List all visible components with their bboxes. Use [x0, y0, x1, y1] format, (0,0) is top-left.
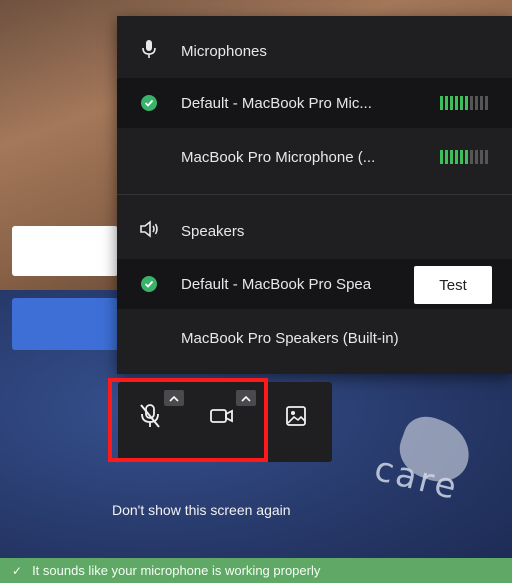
speaker-option-builtin[interactable]: MacBook Pro Speakers (Built-in)	[117, 313, 512, 363]
preview-panel	[12, 226, 118, 276]
mic-level-meter	[440, 150, 488, 164]
mic-status-bar: ✓ It sounds like your microphone is work…	[0, 558, 512, 583]
mic-status-text: It sounds like your microphone is workin…	[32, 563, 321, 578]
test-speaker-button[interactable]: Test	[414, 266, 492, 304]
microphone-option-label: MacBook Pro Microphone (...	[181, 148, 376, 166]
speakers-header-label: Speakers	[181, 222, 245, 240]
background-effects-button[interactable]	[278, 400, 314, 436]
red-highlight-box	[108, 378, 268, 462]
checkmark-icon	[141, 276, 157, 292]
speaker-option-label: Default - MacBook Pro Spea	[181, 275, 372, 293]
microphone-option-label: Default - MacBook Pro Mic...	[181, 94, 372, 112]
microphone-option-builtin[interactable]: MacBook Pro Microphone (...	[117, 132, 512, 182]
speaker-option-label: MacBook Pro Speakers (Built-in)	[181, 329, 399, 347]
audio-device-menu: Microphones Default - MacBook Pro Mic...…	[117, 16, 512, 374]
checkmark-icon	[141, 95, 157, 111]
speakers-section-header: Speakers	[117, 206, 512, 256]
image-icon	[285, 405, 307, 432]
microphones-header-label: Microphones	[181, 42, 267, 60]
join-button[interactable]	[12, 298, 118, 350]
dont-show-again-link[interactable]: Don't show this screen again	[112, 502, 291, 518]
microphones-section-header: Microphones	[117, 26, 512, 76]
speaker-icon	[139, 220, 159, 242]
menu-divider	[117, 194, 512, 195]
mic-level-meter	[440, 96, 488, 110]
microphone-option-default[interactable]: Default - MacBook Pro Mic...	[117, 78, 512, 128]
checkmark-icon: ✓	[12, 563, 23, 578]
microphone-icon	[141, 39, 157, 63]
